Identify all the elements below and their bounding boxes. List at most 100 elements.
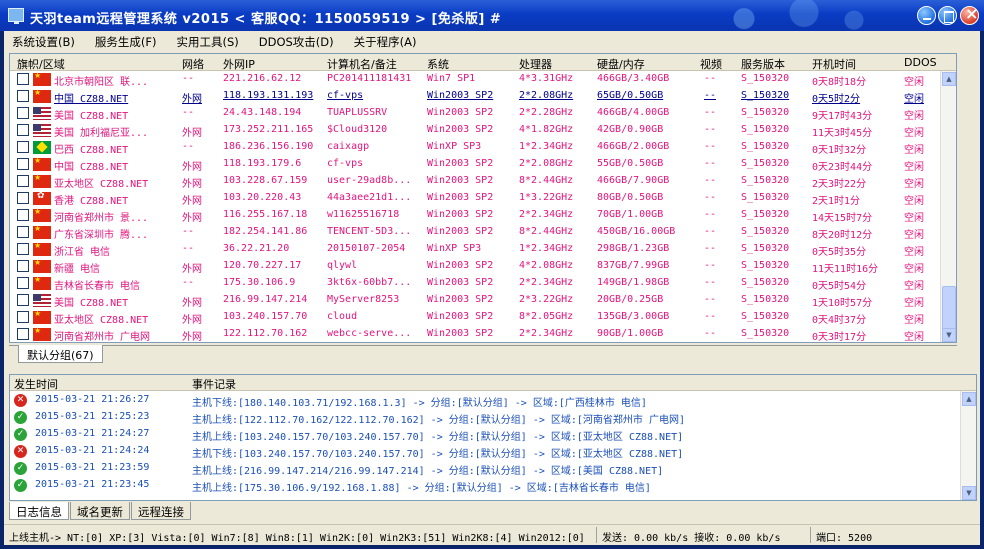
- table-row[interactable]: 浙江省 电信 -- 36.22.21.20 20150107-2054 WinXP SP…: [10, 241, 956, 258]
- row-region: 北京市朝阳区 联...: [54, 77, 149, 88]
- log-row[interactable]: ✓ 2015-03-21 21:23:59 主机上线:[216.99.147.214…: [10, 460, 960, 477]
- row-checkbox[interactable]: [17, 141, 29, 153]
- table-row[interactable]: 巴西 CZ88.NET -- 186.236.156.190 caixagp WinXP…: [10, 139, 956, 156]
- table-row[interactable]: 河南省郑州市 景... 外网 116.255.167.18 w11625516718 W…: [10, 207, 956, 224]
- col-version[interactable]: 服务版本: [741, 56, 785, 72]
- menu-ddos[interactable]: DDOS攻击(D): [251, 31, 346, 51]
- table-row[interactable]: 中国 CZ88.NET 外网 118.193.179.6 cf-vps Win2003 …: [10, 156, 956, 173]
- col-video[interactable]: 视频: [700, 56, 722, 72]
- row-disk-memory: 450GB/16.00GB: [597, 226, 676, 237]
- title-bar[interactable]: 天羽team远程管理系统 v2015 < 客服QQ：1150059519 > […: [0, 0, 984, 31]
- log-row[interactable]: ✓ 2015-03-21 21:23:45 主机上线:[175.30.106.9/1…: [10, 477, 960, 494]
- row-uptime: 2天3时22分: [812, 179, 867, 190]
- log-time: 2015-03-21 21:24:24: [35, 445, 150, 456]
- row-cpu: 1*2.34GHz: [519, 141, 574, 152]
- event-log-scrollbar[interactable]: ▲ ▼: [960, 391, 976, 500]
- log-scroll-down-icon[interactable]: ▼: [962, 486, 976, 500]
- scroll-down-icon[interactable]: ▼: [942, 328, 956, 342]
- row-computer-name: 20150107-2054: [327, 243, 406, 254]
- col-uptime[interactable]: 开机时间: [812, 56, 856, 72]
- status-online-hosts: 上线主机-> NT:[0] XP:[3] Vista:[0] Win7:[8] …: [9, 533, 585, 544]
- col-name[interactable]: 计算机名/备注: [327, 56, 397, 72]
- table-row[interactable]: 亚太地区 CZ88.NET 外网 103.228.67.159 user-29ad8b…: [10, 173, 956, 190]
- check-icon: ✓: [14, 428, 27, 441]
- tab-log-info[interactable]: 日志信息: [9, 502, 69, 520]
- row-cpu: 8*2.44GHz: [519, 175, 574, 186]
- row-checkbox[interactable]: [17, 124, 29, 136]
- status-divider: [810, 527, 811, 543]
- table-row[interactable]: 河南省郑州市 广电网 外网 122.112.70.162 webcc-serve...…: [10, 326, 956, 342]
- table-row[interactable]: 美国 CZ88.NET 外网 216.99.147.214 MyServer8253 W…: [10, 292, 956, 309]
- row-checkbox[interactable]: [17, 175, 29, 187]
- row-ddos-status: 空闲: [904, 145, 924, 156]
- minimize-button[interactable]: [917, 6, 936, 25]
- table-row[interactable]: 香港 CZ88.NET 外网 103.20.220.43 44a3aee21d1...…: [10, 190, 956, 207]
- row-checkbox[interactable]: [17, 277, 29, 289]
- table-row[interactable]: 美国 CZ88.NET -- 24.43.148.194 TUAPLUSSRV Win2…: [10, 105, 956, 122]
- host-list[interactable]: 旗帜/区域 网络 外网IP 计算机名/备注 系统 处理器 硬盘/内存 视频 服务…: [9, 53, 957, 343]
- col-region[interactable]: 旗帜/区域: [17, 56, 65, 72]
- col-event[interactable]: 事件记录: [192, 376, 236, 392]
- col-time[interactable]: 发生时间: [14, 376, 58, 392]
- close-button[interactable]: [960, 4, 979, 25]
- tab-remote-connect[interactable]: 远程连接: [131, 502, 191, 520]
- table-row[interactable]: 亚太地区 CZ88.NET 外网 103.240.157.70 cloud Win200…: [10, 309, 956, 326]
- row-video: --: [704, 277, 717, 288]
- log-message: 主机上线:[175.30.106.9/192.168.1.88] -> 分组:[…: [192, 483, 651, 494]
- table-row[interactable]: 吉林省长春市 电信 -- 175.30.106.9 3kt6x-60bb7... Win…: [10, 275, 956, 292]
- row-checkbox[interactable]: [17, 158, 29, 170]
- row-ip: 175.30.106.9: [223, 277, 296, 288]
- menu-service-generate[interactable]: 服务生成(F): [87, 31, 169, 51]
- error-icon: ✕: [14, 394, 27, 407]
- tab-domain-update[interactable]: 域名更新: [70, 502, 130, 520]
- tab-default-group[interactable]: 默认分组(67): [18, 345, 103, 363]
- row-ip: 118.193.131.193: [223, 90, 314, 101]
- row-checkbox[interactable]: [17, 243, 29, 255]
- menu-tools[interactable]: 实用工具(S): [168, 31, 250, 51]
- scroll-thumb[interactable]: [942, 286, 956, 334]
- log-row[interactable]: ✕ 2015-03-21 21:26:27 主机下线:[180.140.103.71…: [10, 392, 960, 409]
- host-list-scrollbar[interactable]: ▲ ▼: [940, 71, 956, 342]
- col-cpu[interactable]: 处理器: [519, 56, 552, 72]
- row-checkbox[interactable]: [17, 209, 29, 221]
- row-checkbox[interactable]: [17, 192, 29, 204]
- row-checkbox[interactable]: [17, 294, 29, 306]
- col-network[interactable]: 网络: [182, 56, 204, 72]
- row-os: Win2003 SP2: [427, 175, 494, 186]
- table-row[interactable]: 广东省深圳市 腾... -- 182.254.141.86 TENCENT-5D3..…: [10, 224, 956, 241]
- flag-us-icon: [33, 107, 51, 120]
- log-row[interactable]: ✓ 2015-03-21 21:25:23 主机上线:[122.112.70.162…: [10, 409, 960, 426]
- log-message: 主机上线:[216.99.147.214/216.99.147.214] -> …: [192, 466, 664, 477]
- row-checkbox[interactable]: [17, 328, 29, 340]
- col-ddos[interactable]: DDOS: [904, 56, 937, 69]
- row-checkbox[interactable]: [17, 107, 29, 119]
- row-cpu: 8*2.44GHz: [519, 226, 574, 237]
- row-region: 亚太地区 CZ88.NET: [54, 179, 149, 190]
- table-row[interactable]: 北京市朝阳区 联... -- 221.216.62.12 PC201411181431…: [10, 71, 956, 88]
- row-checkbox[interactable]: [17, 260, 29, 272]
- row-checkbox[interactable]: [17, 226, 29, 238]
- scroll-up-icon[interactable]: ▲: [942, 72, 956, 86]
- flag-cn-icon: [33, 326, 51, 341]
- table-row[interactable]: 美国 加利福尼亚... 外网 173.252.211.165 $Cloud3120 Wi…: [10, 122, 956, 139]
- menu-system-settings[interactable]: 系统设置(B): [4, 31, 87, 51]
- log-row[interactable]: ✓ 2015-03-21 21:24:27 主机上线:[103.240.157.70…: [10, 426, 960, 443]
- row-checkbox[interactable]: [17, 73, 29, 85]
- log-scroll-up-icon[interactable]: ▲: [962, 392, 976, 406]
- row-cpu: 8*2.05GHz: [519, 311, 574, 322]
- table-row[interactable]: 中国 CZ88.NET 外网 118.193.131.193 cf-vps Win200…: [10, 88, 956, 105]
- flag-cn-icon: [33, 173, 51, 188]
- maximize-button[interactable]: [938, 6, 957, 25]
- col-disk[interactable]: 硬盘/内存: [597, 56, 645, 72]
- row-checkbox[interactable]: [17, 311, 29, 323]
- row-checkbox[interactable]: [17, 90, 29, 102]
- row-ddos-status: 空闲: [904, 128, 924, 139]
- table-row[interactable]: 新疆 电信 外网 120.70.227.17 qlywl Win2003 SP2 4*2.…: [10, 258, 956, 275]
- log-row[interactable]: ✕ 2015-03-21 21:24:24 主机下线:[103.240.157.70…: [10, 443, 960, 460]
- col-os[interactable]: 系统: [427, 56, 449, 72]
- col-ip[interactable]: 外网IP: [223, 56, 255, 72]
- row-os: Win2003 SP2: [427, 311, 494, 322]
- menu-about[interactable]: 关于程序(A): [346, 31, 429, 51]
- event-log[interactable]: 发生时间 事件记录 ✕ 2015-03-21 21:26:27 主机下线:[180.…: [9, 374, 977, 501]
- row-ip: 118.193.179.6: [223, 158, 302, 169]
